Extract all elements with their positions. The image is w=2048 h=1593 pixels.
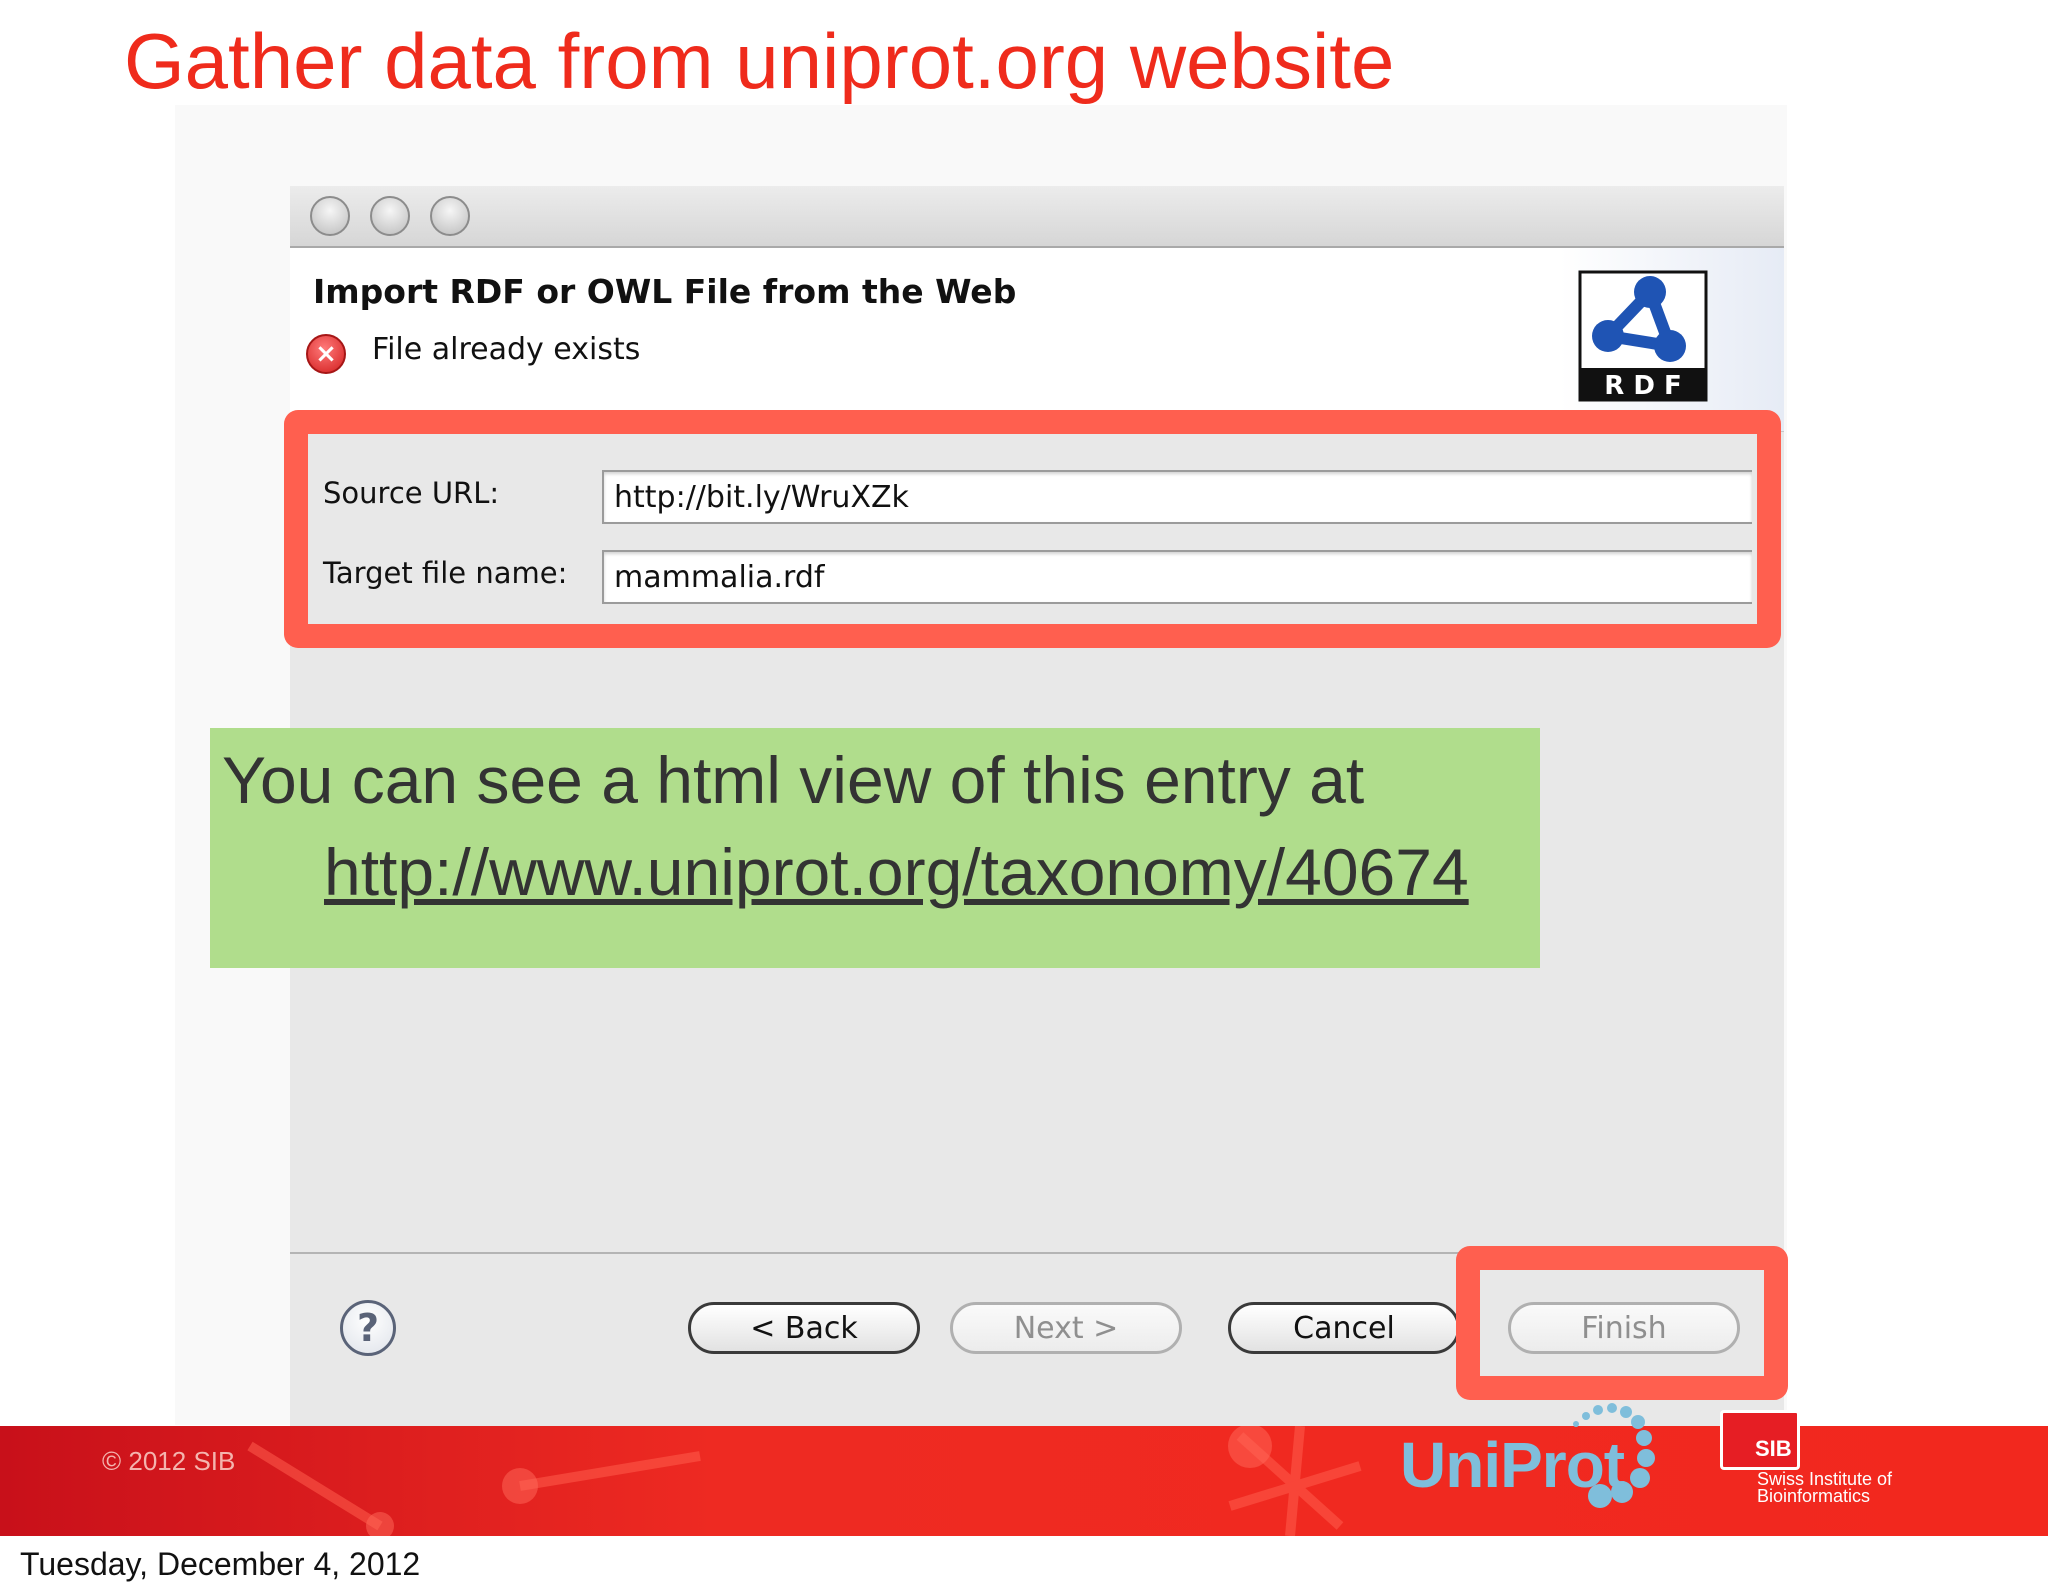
window-titlebar	[290, 186, 1784, 248]
minimize-window-button[interactable]	[370, 196, 410, 236]
zoom-window-button[interactable]	[430, 196, 470, 236]
form-highlight-box	[284, 410, 1781, 648]
callout-text: You can see a html view of this entry at	[222, 743, 1365, 817]
error-message: File already exists	[372, 332, 641, 367]
dialog-header: Import RDF or OWL File from the Web × Fi…	[290, 248, 1784, 432]
close-window-button[interactable]	[310, 196, 350, 236]
help-icon[interactable]: ?	[340, 1300, 396, 1356]
callout-link[interactable]: http://www.uniprot.org/taxonomy/40674	[324, 834, 1469, 910]
dialog-title: Import RDF or OWL File from the Web	[313, 272, 1017, 311]
cancel-button[interactable]: Cancel	[1228, 1302, 1460, 1354]
callout-box: You can see a html view of this entry at…	[210, 728, 1540, 968]
next-button[interactable]: Next >	[950, 1302, 1182, 1354]
error-icon: ×	[306, 334, 346, 374]
rdf-logo-icon: R D F	[1578, 270, 1708, 402]
finish-highlight-box	[1456, 1246, 1788, 1400]
sib-badge-text: SIB	[1755, 1436, 1792, 1461]
slide-date: Tuesday, December 4, 2012	[20, 1546, 421, 1582]
uniprot-logo: UniProt	[1400, 1429, 1625, 1501]
back-button[interactable]: < Back	[688, 1302, 920, 1354]
rdf-logo-text: R D F	[1604, 371, 1681, 401]
sib-name: Swiss Institute of Bioinformatics	[1757, 1470, 1892, 1506]
slide-title: Gather data from uniprot.org website	[124, 17, 1395, 105]
sib-name-line2: Bioinformatics	[1757, 1486, 1871, 1506]
copyright-text: © 2012 SIB	[102, 1446, 236, 1476]
